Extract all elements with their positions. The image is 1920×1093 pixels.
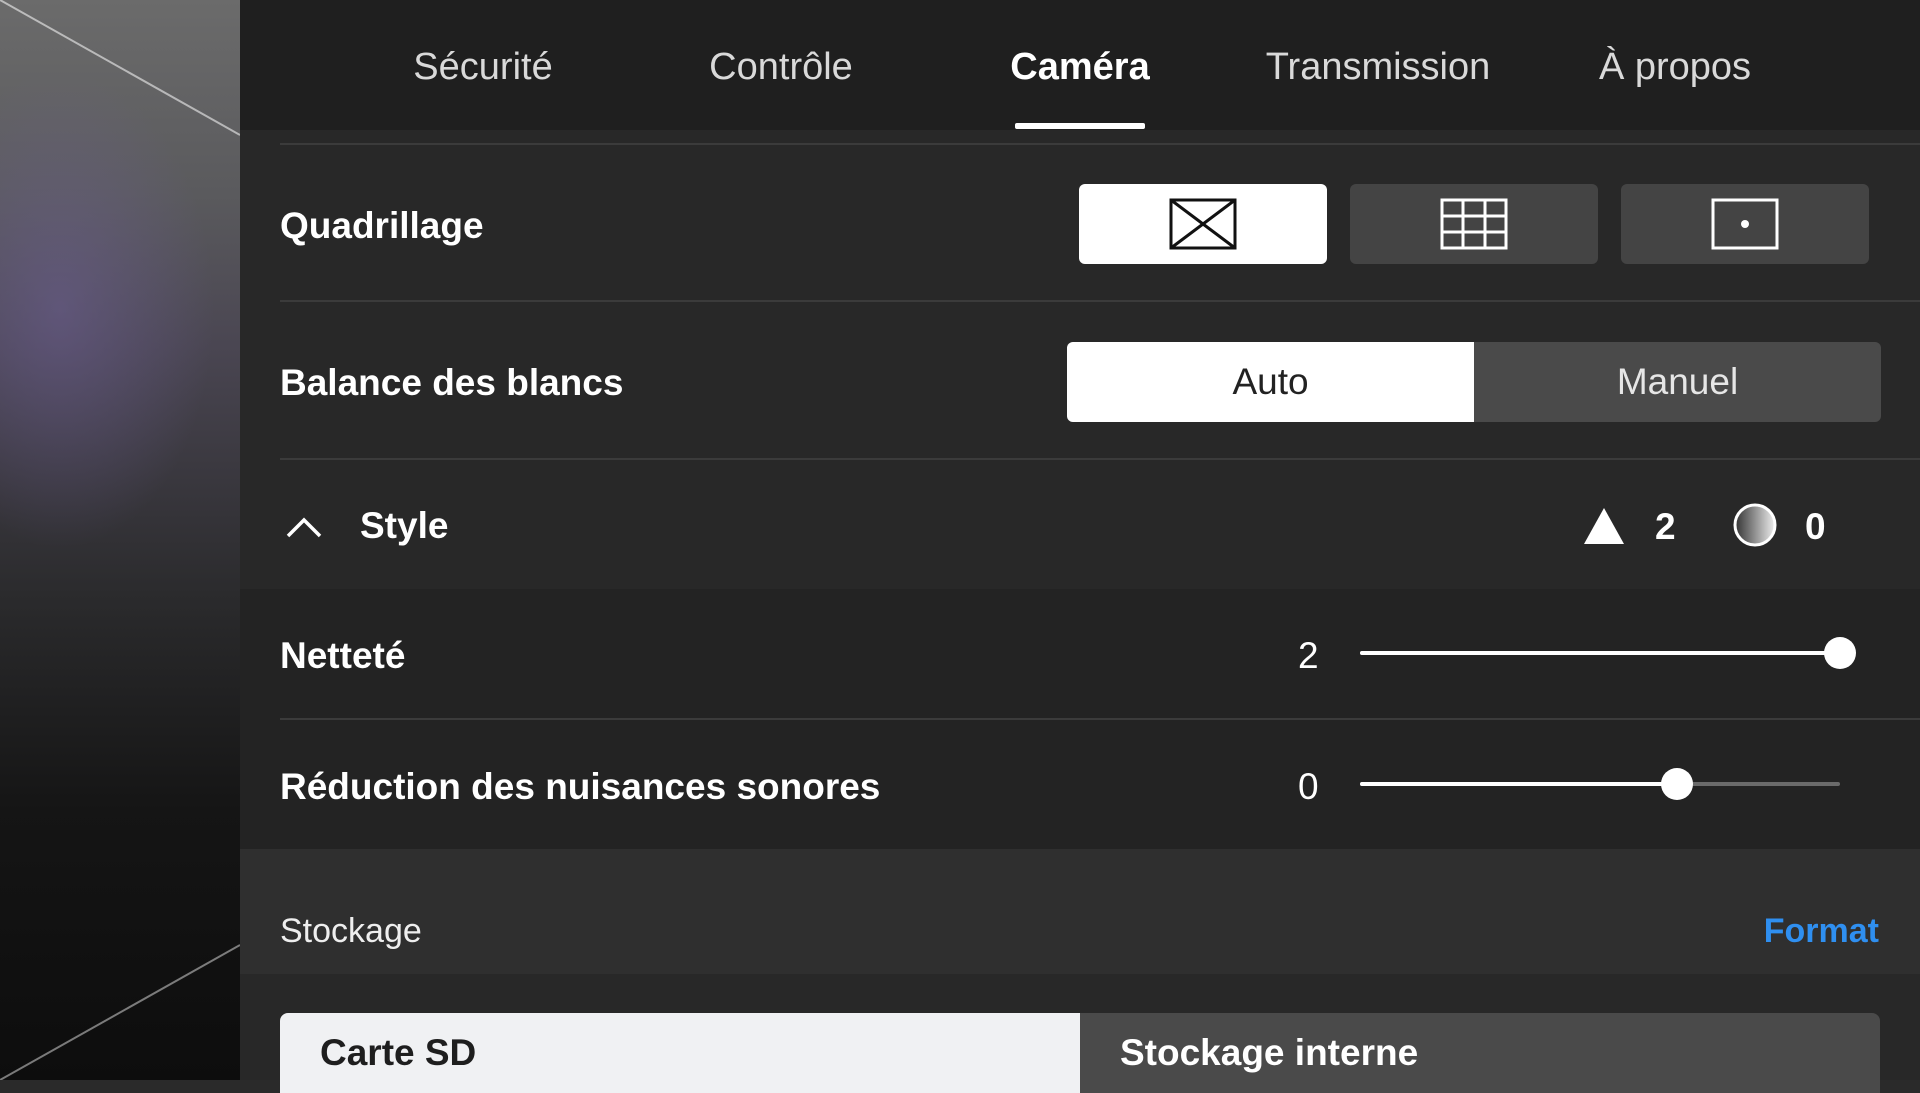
grid-option-3x3[interactable] bbox=[1350, 184, 1598, 264]
noise-gradient-circle-icon bbox=[1733, 503, 1777, 547]
white-balance-segmented-control: Auto Manuel bbox=[1067, 342, 1881, 422]
chevron-up-icon bbox=[286, 517, 322, 538]
noise-reduction-slider-fill bbox=[1360, 782, 1677, 786]
tab-securite[interactable]: Sécurité bbox=[358, 40, 608, 94]
center-point-icon bbox=[1711, 198, 1779, 250]
feed-overlay-lines bbox=[0, 0, 240, 1080]
tab-a-propos[interactable]: À propos bbox=[1550, 40, 1800, 94]
white-balance-auto-option[interactable]: Auto bbox=[1067, 342, 1474, 422]
noise-reduction-slider-thumb[interactable] bbox=[1660, 768, 1693, 800]
divider bbox=[280, 300, 1920, 302]
storage-sd-card-option[interactable]: Carte SD bbox=[280, 1013, 1080, 1093]
sharpness-slider-fill bbox=[1360, 651, 1840, 655]
noise-reduction-label: Réduction des nuisances sonores bbox=[280, 766, 881, 807]
style-collapse-toggle[interactable] bbox=[284, 508, 324, 548]
diagonal-grid-icon bbox=[1169, 198, 1237, 250]
camera-feed-background bbox=[0, 0, 240, 1080]
grid-3x3-icon bbox=[1440, 198, 1508, 250]
settings-panel: Sécurité Contrôle Caméra Transmission À … bbox=[240, 0, 1920, 1093]
grid-option-center[interactable] bbox=[1621, 184, 1869, 264]
active-tab-indicator bbox=[1015, 123, 1145, 129]
storage-internal-option[interactable]: Stockage interne bbox=[1080, 1013, 1880, 1093]
grid-option-diagonal[interactable] bbox=[1079, 184, 1327, 264]
sharpness-value: 2 bbox=[1298, 635, 1319, 676]
tab-controle[interactable]: Contrôle bbox=[656, 40, 906, 94]
style-noise-value: 0 bbox=[1805, 506, 1826, 547]
tab-bar: Sécurité Contrôle Caméra Transmission À … bbox=[240, 0, 1920, 130]
divider bbox=[280, 718, 1920, 720]
format-button[interactable]: Format bbox=[1764, 912, 1879, 951]
storage-header bbox=[240, 849, 1920, 974]
style-sharpness-value: 2 bbox=[1655, 506, 1676, 547]
storage-segmented-control: Carte SD Stockage interne bbox=[280, 1013, 1880, 1093]
sharpness-slider-thumb[interactable] bbox=[1824, 637, 1856, 669]
storage-title: Stockage bbox=[280, 912, 422, 950]
divider bbox=[280, 143, 1920, 145]
white-balance-manual-option[interactable]: Manuel bbox=[1474, 342, 1881, 422]
noise-reduction-slider[interactable] bbox=[1360, 768, 1840, 800]
divider bbox=[280, 458, 1920, 460]
sharpness-triangle-icon bbox=[1584, 508, 1624, 544]
tab-transmission[interactable]: Transmission bbox=[1253, 40, 1503, 94]
white-balance-label: Balance des blancs bbox=[280, 362, 624, 403]
style-label: Style bbox=[360, 505, 449, 546]
tab-camera[interactable]: Caméra bbox=[955, 40, 1205, 94]
noise-reduction-value: 0 bbox=[1298, 766, 1319, 807]
sharpness-slider[interactable] bbox=[1360, 637, 1856, 669]
sharpness-label: Netteté bbox=[280, 635, 406, 676]
grid-label: Quadrillage bbox=[280, 205, 484, 246]
